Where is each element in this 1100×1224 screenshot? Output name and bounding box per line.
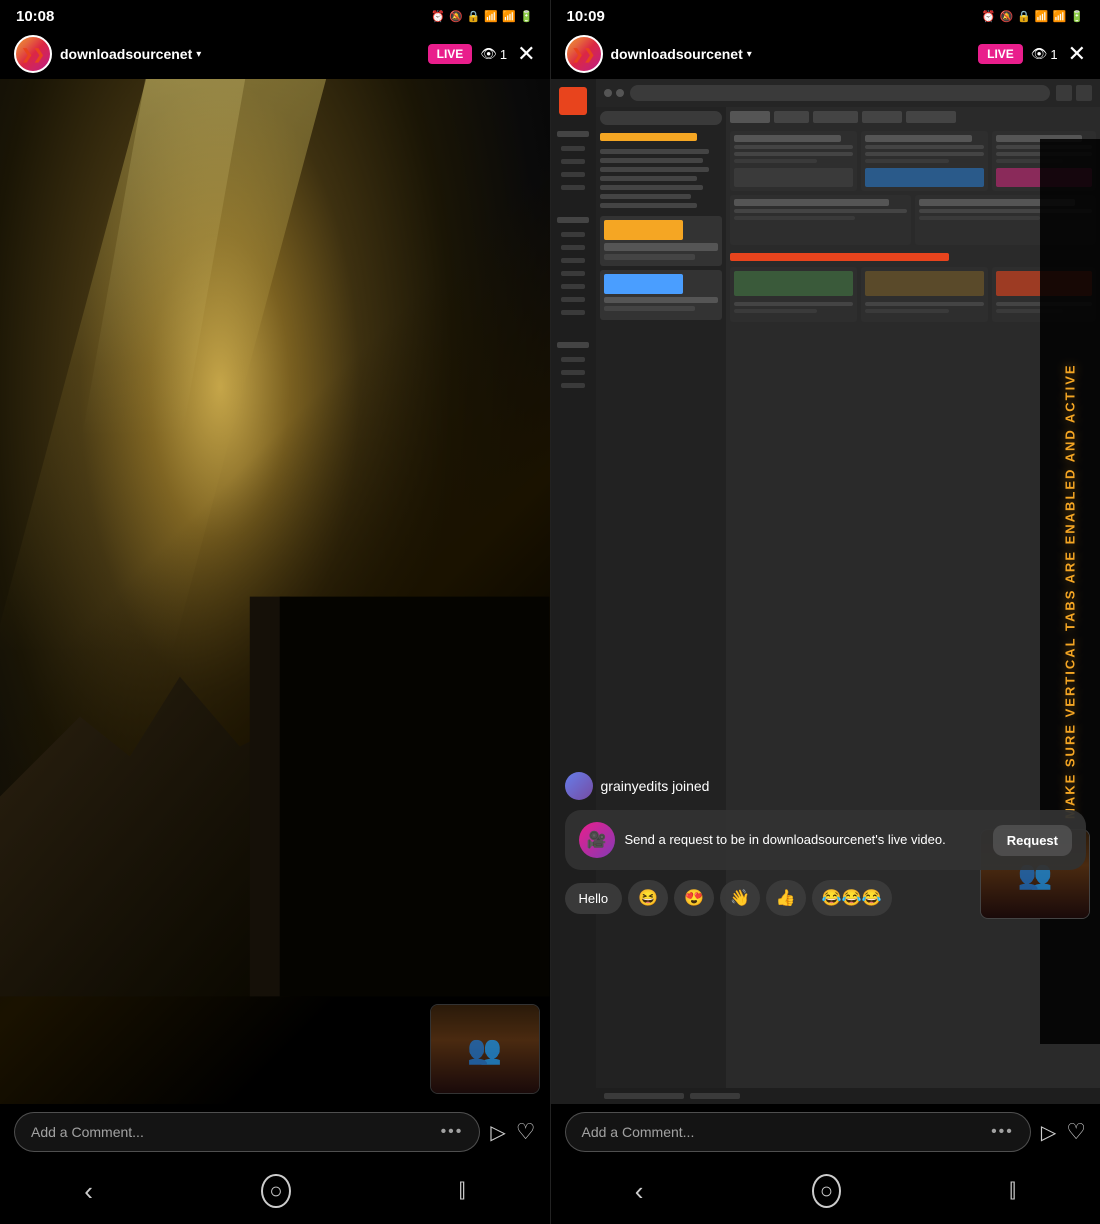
reaction-thumbs-up[interactable]: 👍	[766, 880, 806, 916]
request-emoji: 🎥	[587, 830, 607, 850]
right-comment-input[interactable]: Add a Comment... •••	[565, 1112, 1031, 1152]
left-status-icons: ⏰ 🔕 🔒 📶 📶 🔋	[431, 10, 533, 23]
right-status-icons: ⏰ 🔕 🔒 📶 📶 🔋	[982, 10, 1084, 23]
left-comment-input[interactable]: Add a Comment... •••	[14, 1112, 480, 1152]
commenter-avatar	[565, 772, 593, 800]
website-overlay	[551, 79, 1100, 1104]
left-home-button[interactable]: ○	[261, 1174, 290, 1208]
left-thumb-figures: 👥	[467, 1033, 502, 1066]
right-reactions-bar: Hello 😆 😍 👋 👍 😂😂😂	[565, 880, 1087, 916]
right-close-button[interactable]: ✕	[1068, 41, 1086, 67]
join-comment-text: grainyedits joined	[601, 778, 710, 794]
alarm-icon: ⏰	[431, 10, 445, 23]
right-content-area: MAKE SURE VERTICAL TABS ARE ENABLED AND …	[551, 79, 1100, 1104]
right-send-button[interactable]: ▷	[1041, 1120, 1056, 1145]
right-comment-placeholder: Add a Comment...	[582, 1124, 695, 1140]
right-lock-icon: 🔒	[1017, 10, 1031, 23]
left-phone-panel: 10:08 ⏰ 🔕 🔒 📶 📶 🔋 ❯❯ downloadsourcenet ▾…	[0, 0, 550, 1224]
reaction-love[interactable]: 😍	[674, 880, 714, 916]
right-request-banner: 🎥 Send a request to be in downloadsource…	[565, 810, 1087, 870]
request-button[interactable]: Request	[993, 825, 1072, 856]
mute-icon: 🔕	[449, 10, 463, 23]
left-status-time: 10:08	[16, 8, 54, 25]
right-live-badge: LIVE	[978, 44, 1023, 64]
right-username-row[interactable]: downloadsourcenet ▾	[611, 46, 979, 62]
right-viewer-count: 👁 1	[1031, 46, 1058, 62]
website-top-bar	[596, 79, 1100, 107]
left-status-bar: 10:08 ⏰ 🔕 🔒 📶 📶 🔋	[0, 0, 550, 29]
reaction-laugh[interactable]: 😆	[628, 880, 668, 916]
right-status-bar: 10:09 ⏰ 🔕 🔒 📶 📶 🔋	[551, 0, 1100, 29]
website-left-col	[596, 107, 726, 1088]
right-heart-button[interactable]: ♡	[1066, 1119, 1086, 1145]
left-dots-button[interactable]: •••	[441, 1123, 464, 1141]
big-overlay-text: MAKE SURE VERTICAL TABS ARE ENABLED AND …	[1063, 364, 1078, 820]
left-header-bar: ❯❯ downloadsourcenet ▾ LIVE 👁 1 ✕	[0, 29, 550, 79]
right-menu-button[interactable]: ⫿	[1009, 1180, 1015, 1203]
lock-icon: 🔒	[467, 10, 481, 23]
left-username-row[interactable]: downloadsourcenet ▾	[60, 46, 428, 62]
right-nav-bar: ‹ ○ ⫿	[551, 1162, 1100, 1224]
left-avatar: ❯❯	[14, 35, 52, 73]
right-mute-icon: 🔕	[999, 10, 1013, 23]
right-bottom-bar: Add a Comment... ••• ▷ ♡	[551, 1104, 1100, 1162]
website-sidebar	[551, 79, 596, 1104]
left-thumb-inner: 👥	[431, 1005, 539, 1093]
request-icon: 🎥	[579, 822, 615, 858]
right-header-bar: ❯❯ downloadsourcenet ▾ LIVE 👁 1 ✕	[551, 29, 1100, 79]
right-username: downloadsourcenet	[611, 46, 743, 62]
left-avatar-chevron: ❯❯	[21, 47, 44, 61]
reaction-laughing[interactable]: 😂😂😂	[812, 880, 892, 916]
right-avatar: ❯❯	[565, 35, 603, 73]
left-send-button[interactable]: ▷	[490, 1120, 505, 1145]
reaction-hello[interactable]: Hello	[565, 883, 623, 914]
request-text: Send a request to be in downloadsourcene…	[625, 831, 983, 849]
website-content	[596, 79, 1100, 1104]
right-join-comment: grainyedits joined	[565, 772, 1087, 800]
reaction-wave[interactable]: 👋	[720, 880, 760, 916]
left-content-area: 👥	[0, 79, 550, 1104]
right-comments-overlay: grainyedits joined 🎥 Send a request to b…	[565, 772, 1087, 924]
left-menu-button[interactable]: ⫿	[459, 1180, 465, 1203]
left-eye-icon: 👁	[480, 46, 497, 62]
left-bottom-bar: Add a Comment... ••• ▷ ♡	[0, 1104, 550, 1162]
right-dots-button[interactable]: •••	[991, 1123, 1014, 1141]
left-back-button[interactable]: ‹	[84, 1176, 93, 1207]
left-corner-thumbnail: 👥	[430, 1004, 540, 1094]
website-main	[596, 107, 1100, 1088]
right-avatar-chevron: ❯❯	[572, 47, 595, 61]
left-heart-button[interactable]: ♡	[516, 1119, 536, 1145]
left-nav-bar: ‹ ○ ⫿	[0, 1162, 550, 1224]
signal-icon: 📶	[502, 10, 516, 23]
right-phone-panel: 10:09 ⏰ 🔕 🔒 📶 📶 🔋 ❯❯ downloadsourcenet ▾…	[551, 0, 1100, 1224]
right-back-button[interactable]: ‹	[635, 1176, 644, 1207]
right-home-button[interactable]: ○	[812, 1174, 841, 1208]
left-comment-placeholder: Add a Comment...	[31, 1124, 144, 1140]
right-wifi-icon: 📶	[1035, 10, 1049, 23]
left-viewer-count: 👁 1	[480, 46, 507, 62]
left-username: downloadsourcenet	[60, 46, 192, 62]
right-signal-icon: 📶	[1053, 10, 1067, 23]
wifi-icon: 📶	[484, 10, 498, 23]
right-eye-icon: 👁	[1031, 46, 1048, 62]
right-alarm-icon: ⏰	[982, 10, 996, 23]
right-battery-icon: 🔋	[1070, 10, 1084, 23]
left-close-button[interactable]: ✕	[517, 41, 535, 67]
left-chevron-down-icon: ▾	[196, 49, 201, 60]
left-live-badge: LIVE	[428, 44, 473, 64]
right-chevron-down-icon: ▾	[747, 49, 752, 60]
right-status-time: 10:09	[567, 8, 605, 25]
battery-icon: 🔋	[520, 10, 534, 23]
